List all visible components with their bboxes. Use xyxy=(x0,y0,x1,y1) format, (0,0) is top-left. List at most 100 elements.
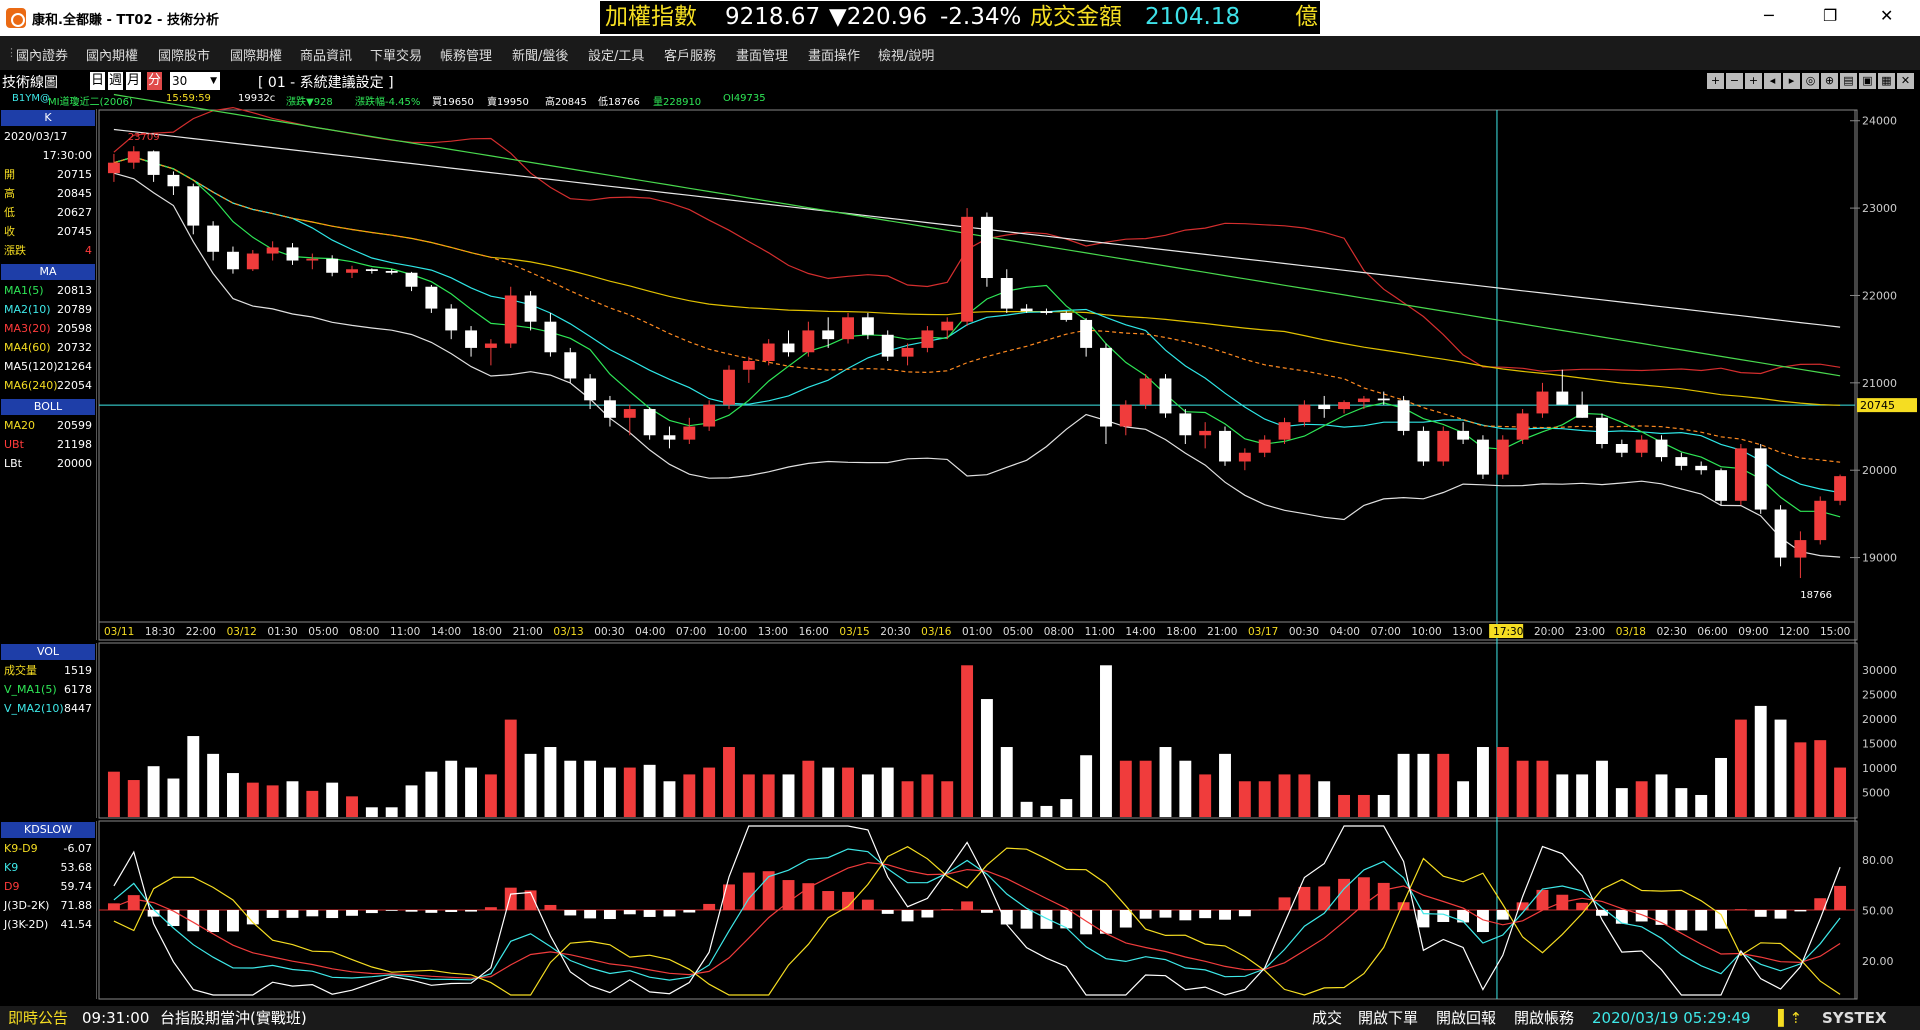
volume-bar xyxy=(1754,705,1767,817)
candle-body xyxy=(603,400,616,418)
volume-bar xyxy=(1258,781,1271,817)
candle-body xyxy=(1516,413,1529,440)
candle-body xyxy=(1199,430,1212,436)
kd-diff-bar xyxy=(584,910,597,919)
volume-bar xyxy=(1119,760,1132,817)
candle-body xyxy=(445,308,458,331)
status-report-button[interactable]: 開啟回報 xyxy=(1436,1006,1496,1030)
kd-diff-bar xyxy=(703,903,716,910)
time-label: 04:00 xyxy=(1330,626,1360,638)
time-label: 08:00 xyxy=(1044,626,1074,638)
candle-body xyxy=(1437,430,1450,462)
volume-bar xyxy=(524,753,537,817)
volume-bar xyxy=(1159,747,1172,817)
vol-tick-label: 30000 xyxy=(1862,664,1897,677)
candle-body xyxy=(802,330,815,353)
candle-body xyxy=(683,426,696,440)
volume-bar xyxy=(1814,740,1827,817)
systex-logo: SYSTEX xyxy=(1822,1009,1887,1027)
candle-body xyxy=(504,295,517,344)
volume-bar xyxy=(782,774,795,817)
kd-diff-bar xyxy=(663,910,676,917)
volume-pane-border xyxy=(98,642,1858,819)
boll-lower xyxy=(113,172,1841,558)
volume-bar xyxy=(1556,774,1569,817)
time-label: 16:00 xyxy=(799,626,829,638)
candle-body xyxy=(1219,430,1231,462)
status-account-button[interactable]: 開啟帳務 xyxy=(1514,1006,1574,1030)
candle-body xyxy=(643,409,656,436)
kd-diff-bar xyxy=(346,910,358,916)
time-label: 11:00 xyxy=(1085,626,1115,638)
candle-body xyxy=(1318,404,1331,410)
kd-tick-label: 80.00 xyxy=(1862,854,1894,867)
volume-bar xyxy=(1080,755,1093,817)
kd-diff-bar xyxy=(1020,910,1033,929)
ma-10 xyxy=(113,156,1841,494)
kd-diff-bar xyxy=(1119,910,1132,928)
volume-bar xyxy=(306,790,319,817)
status-announce[interactable]: 即時公告 xyxy=(8,1006,68,1030)
kd-diff-bar xyxy=(861,899,874,910)
volume-bar xyxy=(1596,760,1608,817)
volume-bar xyxy=(842,767,854,817)
candle-body xyxy=(1397,400,1410,431)
kd-diff-bar xyxy=(901,910,914,922)
price-tick-label: 20000 xyxy=(1862,464,1897,477)
status-fill-button[interactable]: 成交 xyxy=(1312,1006,1342,1030)
candle-body xyxy=(762,343,775,361)
kd-diff-bar xyxy=(1377,882,1390,910)
time-label: 18:30 xyxy=(145,626,175,638)
time-label: 07:00 xyxy=(676,626,706,638)
time-label: 09:00 xyxy=(1738,626,1768,638)
candle-body xyxy=(1159,378,1172,414)
price-tick-label: 21000 xyxy=(1862,377,1897,390)
candle-body xyxy=(1000,278,1013,309)
kd-diff-bar xyxy=(1298,886,1311,910)
candle-body xyxy=(107,162,120,174)
chart-canvas[interactable]: 23709 18766 24000 23000 22000 21000 20000 19000… xyxy=(0,0,1920,1030)
time-label: 23:00 xyxy=(1575,626,1605,638)
candle-body xyxy=(782,343,795,353)
candle-body xyxy=(1794,540,1807,558)
candle-body xyxy=(1476,439,1489,475)
volume-bar xyxy=(1397,753,1410,817)
current-price-label: 20745 xyxy=(1860,399,1895,412)
kd-diff-bar xyxy=(980,910,993,913)
candle-body xyxy=(1556,391,1569,405)
kd-diff-bar xyxy=(1457,910,1470,923)
candle-body xyxy=(1179,413,1192,436)
price-tick-label: 23000 xyxy=(1862,202,1897,215)
kd-diff-bar xyxy=(266,910,279,918)
candle-body xyxy=(425,286,438,309)
volume-bar xyxy=(1457,781,1470,817)
time-label: 03/15 xyxy=(839,626,869,638)
time-label: 17:30 xyxy=(1493,626,1523,638)
lock-icon[interactable]: ▌⇡ xyxy=(1778,1006,1802,1030)
volume-bar xyxy=(1437,753,1450,817)
candle-body xyxy=(1615,444,1628,453)
time-label: 05:00 xyxy=(308,626,338,638)
volume-bar xyxy=(107,771,120,817)
candle-body xyxy=(1417,430,1430,462)
volume-bar xyxy=(187,736,200,817)
candle-body xyxy=(1576,404,1589,418)
kd-diff-bar xyxy=(365,910,378,914)
candle-body xyxy=(1298,404,1311,423)
volume-bar xyxy=(1834,767,1847,817)
price-tick-label: 19000 xyxy=(1862,552,1897,565)
volume-bar xyxy=(207,753,220,817)
kd-diff-bar xyxy=(1774,910,1787,919)
candle-body xyxy=(1377,398,1390,401)
candle-body xyxy=(564,352,577,379)
kd-diff-bar xyxy=(1238,910,1251,917)
kd-diff-bar xyxy=(603,910,616,920)
kd-diff-bar xyxy=(723,884,735,910)
volume-bar xyxy=(1060,799,1073,817)
candle-body xyxy=(1655,439,1668,458)
volume-bar xyxy=(901,781,914,817)
kd-diff-bar xyxy=(425,910,438,913)
status-order-button[interactable]: 開啟下單 xyxy=(1358,1006,1418,1030)
volume-bar xyxy=(1695,794,1708,817)
candle-body xyxy=(326,258,339,273)
